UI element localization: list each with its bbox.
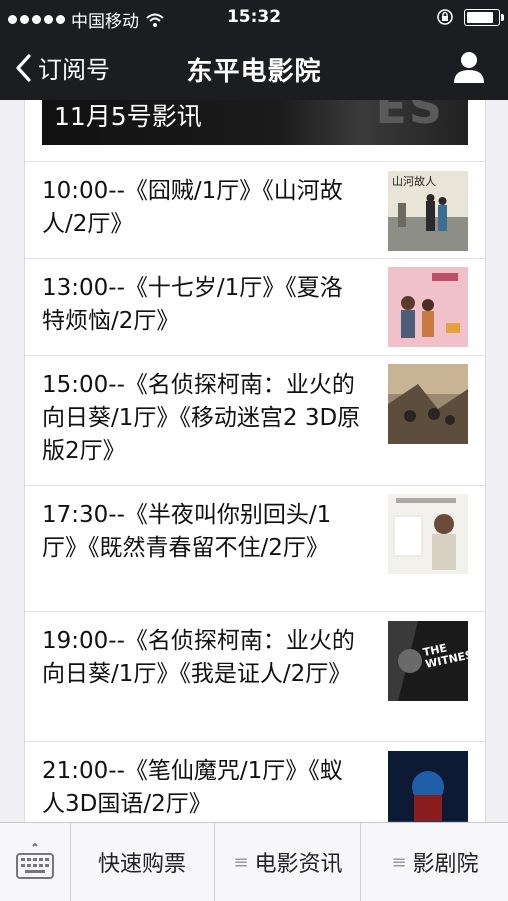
person-icon (454, 52, 484, 83)
schedule-text: 19:00--《名侦探柯南：业火的向日葵/1厅》《我是证人/2厅》 (42, 628, 355, 687)
banner-title: 11月5号影讯 (54, 102, 202, 131)
movie-poster[interactable]: 山河故人 (388, 171, 468, 251)
battery-icon (464, 8, 504, 26)
article-content[interactable]: 11月5号影讯 ES 10:00--《囧贼/1厅》《山河故人/2厅》 山河故人 … (24, 100, 486, 822)
menu-movie-news[interactable]: ≡ 电影资讯 (214, 823, 361, 901)
menu-label: 快速购票 (97, 852, 186, 877)
profile-button[interactable] (452, 50, 486, 88)
schedule-text: 21:00--《笔仙魔咒/1厅》《蚁人3D国语/2厅》 (42, 758, 343, 817)
movie-poster[interactable] (388, 494, 468, 574)
schedule-text: 17:30--《半夜叫你别回头/1厅》《既然青春留不住/2厅》 (42, 502, 332, 561)
status-right (436, 8, 504, 26)
menu-list-icon: ≡ (391, 851, 407, 873)
poster-title: 山河故人 (392, 175, 436, 188)
keyboard-icon (16, 842, 54, 879)
schedule-text: 15:00--《名侦探柯南：业火的向日葵/1厅》《移动迷宫2 3D原版2厅》 (42, 372, 361, 464)
menu-label: 电影资讯 (254, 852, 343, 877)
menu-label: 影剧院 (412, 852, 479, 877)
status-time: 15:32 (226, 7, 282, 27)
schedule-row: 15:00--《名侦探柯南：业火的向日葵/1厅》《移动迷宫2 3D原版2厅》 (25, 355, 485, 485)
menu-quick-ticket[interactable]: 快速购票 (70, 823, 214, 901)
schedule-row: 10:00--《囧贼/1厅》《山河故人/2厅》 山河故人 (25, 161, 485, 258)
status-bar: 中国移动 15:32 (0, 0, 508, 36)
nav-bar: 订阅号 东平电影院 (0, 36, 508, 100)
movie-poster[interactable] (388, 364, 468, 444)
banner-decoration: ES (375, 100, 444, 134)
schedule-row: 13:00--《十七岁/1厅》《夏洛特烦恼/2厅》 (25, 258, 485, 355)
schedule-row: 19:00--《名侦探柯南：业火的向日葵/1厅》《我是证人/2厅》 THE WI… (25, 611, 485, 741)
menu-theater[interactable]: ≡ 影剧院 (360, 823, 508, 901)
page-title: 东平电影院 (186, 57, 322, 87)
date-banner: 11月5号影讯 ES (42, 100, 468, 145)
menu-list-icon: ≡ (233, 851, 249, 873)
schedule-row: 21:00--《笔仙魔咒/1厅》《蚁人3D国语/2厅》 (25, 741, 485, 822)
movie-poster[interactable] (388, 751, 468, 822)
movie-poster[interactable] (388, 267, 468, 347)
schedule-text: 13:00--《十七岁/1厅》《夏洛特烦恼/2厅》 (42, 275, 343, 334)
schedule-text: 10:00--《囧贼/1厅》《山河故人/2厅》 (42, 178, 343, 237)
bottom-menu-bar: 快速购票 ≡ 电影资讯 ≡ 影剧院 (0, 822, 508, 901)
schedule-row: 17:30--《半夜叫你别回头/1厅》《既然青春留不住/2厅》 (25, 485, 485, 611)
keyboard-toggle-button[interactable] (0, 823, 71, 901)
orientation-lock-icon (437, 9, 453, 25)
movie-poster[interactable]: THE WITNESS (388, 621, 468, 701)
